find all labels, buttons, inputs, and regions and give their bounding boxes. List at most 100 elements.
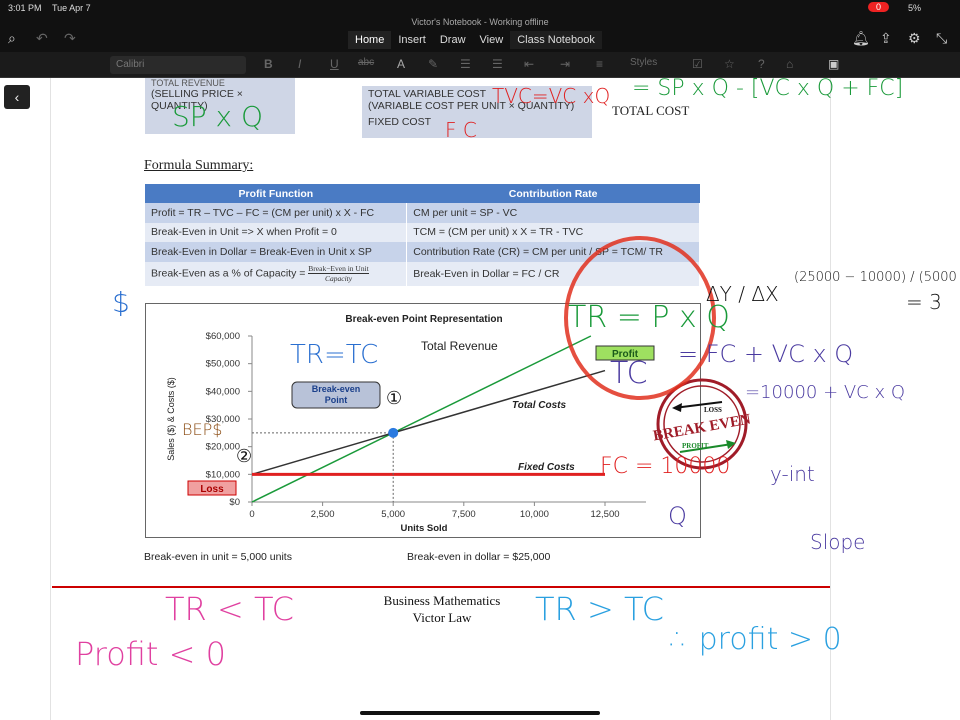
break-even-point: [388, 427, 399, 438]
ink-slope-calc: (25000 − 10000) / (5000 − 0): [794, 270, 960, 285]
star-icon[interactable]: ☆: [724, 57, 735, 71]
status-date: Tue Apr 7: [52, 3, 91, 13]
note-icon[interactable]: ▣: [828, 57, 839, 71]
header-profit-function: Profit Function: [145, 184, 407, 203]
fraction-denominator: Capacity: [324, 274, 353, 283]
redo-icon[interactable]: ↷: [64, 30, 76, 47]
footer-divider: [52, 586, 830, 588]
underline-icon[interactable]: U: [330, 57, 339, 71]
ink-tvc: TVC=VC xQ: [492, 84, 611, 108]
break-even-dollar: Break-even in dollar = $25,000: [407, 551, 551, 563]
font-color-icon[interactable]: A: [397, 57, 405, 71]
fixed-costs-label: Fixed Costs: [518, 462, 575, 473]
todo-icon[interactable]: ☑: [692, 57, 703, 71]
outdent-icon[interactable]: ⇤: [524, 57, 534, 71]
x-tick-label: 7,500: [452, 509, 476, 520]
ink-tr-less-tc: TR < TC: [165, 590, 294, 628]
total-cost-label: TOTAL COST: [612, 103, 690, 118]
x-tick-label: 5,000: [381, 509, 405, 520]
formatting-ribbon: Calibri B I U abc A ✎ ☰ ☰ ⇤ ⇥ ≡ Styles ☑…: [0, 52, 960, 78]
search-icon[interactable]: ⌕: [8, 30, 16, 47]
styles-button[interactable]: Styles: [630, 57, 657, 68]
table-cell: Break-Even in Dollar = Break-Even in Uni…: [145, 242, 408, 262]
table-cell: Break-Even in Unit => X when Profit = 0: [145, 222, 408, 242]
x-tick-label: 2,500: [311, 509, 335, 520]
ink-tc-equation: = FC + VC x Q: [678, 340, 854, 368]
break-even-callout-label: Point: [325, 395, 348, 405]
undo-icon[interactable]: ↶: [36, 30, 48, 47]
indent-icon[interactable]: ⇥: [560, 57, 570, 71]
ink-profit-negative: Profit < 0: [75, 635, 226, 673]
page-margin-left: [50, 78, 51, 720]
table-cell: CM per unit = SP - VC: [406, 203, 700, 223]
svg-text:LOSS: LOSS: [704, 406, 722, 414]
y-tick-label: $0: [229, 497, 240, 508]
total-revenue-label: Total Revenue: [421, 339, 498, 353]
tab-draw[interactable]: Draw: [433, 31, 473, 49]
tab-class-notebook[interactable]: Class Notebook: [510, 31, 602, 49]
table-cell: Profit = TR – TVC – FC = (CM per unit) x…: [145, 203, 408, 223]
align-icon[interactable]: ≡: [596, 57, 603, 71]
ink-fc-10000: FC = 10000: [600, 454, 731, 479]
x-tick-label: 10,000: [520, 509, 549, 520]
gear-icon[interactable]: ⚙: [908, 30, 921, 47]
bold-icon[interactable]: B: [264, 57, 273, 71]
total-costs-label: Total Costs: [512, 400, 567, 411]
y-tick-label: $20,000: [206, 442, 240, 453]
ink-y-int: y-int: [770, 462, 815, 486]
y-tick-label: $10,000: [206, 469, 240, 480]
y-tick-label: $40,000: [206, 386, 240, 397]
ink-dollar: $: [112, 286, 130, 319]
loss-label: Loss: [200, 484, 224, 495]
ink-dy-dx: ΔY / ΔX: [706, 282, 779, 306]
y-tick-label: $50,000: [206, 359, 240, 370]
ink-fc: F C: [445, 118, 477, 142]
tag-icon[interactable]: ⌂: [786, 57, 793, 71]
ink-tr-greater-tc: TR > TC: [535, 590, 664, 628]
ink-tr-tc: TR=TC: [290, 340, 379, 370]
window-title: Victor's Notebook - Working offline: [411, 17, 549, 27]
numbering-icon[interactable]: ☰: [492, 57, 503, 71]
x-tick-label: 12,500: [590, 509, 619, 520]
tab-home[interactable]: Home: [348, 31, 392, 49]
break-even-callout-label: Break-even: [312, 384, 361, 394]
question-icon[interactable]: ?: [758, 57, 765, 71]
status-time: 3:01 PM: [8, 3, 42, 13]
share-icon[interactable]: ⇪: [880, 30, 892, 47]
highlight-icon[interactable]: ✎: [428, 57, 438, 71]
bell-icon[interactable]: 🔔︎: [852, 30, 870, 47]
break-even-unit: Break-even in unit = 5,000 units: [144, 551, 292, 563]
ink-q: Q: [668, 502, 687, 530]
table-cell: Break-Even as a % of Capacity = Break−Ev…: [145, 261, 408, 286]
ink-profit-formula: = SP x Q - [VC x Q + FC]: [632, 76, 904, 101]
bullets-icon[interactable]: ☰: [460, 57, 471, 71]
ink-profit-positive: ∴ profit > 0: [670, 622, 842, 657]
y-tick-label: $60,000: [206, 331, 240, 342]
top-bar: 3:01 PM Tue Apr 7 0 5% Victor's Notebook…: [0, 0, 960, 52]
fc-label: FIXED COST: [368, 116, 432, 128]
back-button[interactable]: ‹: [4, 85, 30, 109]
ink-marker-1: ①: [386, 388, 403, 409]
formula-summary-title: Formula Summary:: [144, 158, 254, 173]
tab-insert[interactable]: Insert: [391, 31, 433, 49]
italic-icon[interactable]: I: [298, 57, 301, 71]
ink-slope: Slope: [810, 530, 866, 554]
strikethrough-icon[interactable]: abc: [358, 57, 374, 68]
footer-author: Victor Law: [412, 610, 472, 625]
footer-course: Business Mathematics: [383, 593, 501, 608]
collapse-icon[interactable]: ⤡: [936, 30, 947, 47]
x-tick-label: 0: [249, 509, 254, 520]
ribbon-tabs: Home Insert Draw View Class Notebook: [348, 31, 602, 49]
ink-equals-3: = 3: [906, 290, 942, 314]
record-indicator[interactable]: 0: [868, 2, 890, 12]
y-axis-label: Sales ($) & Costs ($): [166, 377, 176, 461]
revenue-label: TOTAL REVENUE: [151, 78, 225, 88]
ink-bep: BEP$: [182, 420, 223, 439]
ink-marker-2: ②: [236, 446, 253, 467]
chart-title: Break-even Point Representation: [345, 314, 502, 325]
ink-sp-q: SP x Q: [172, 100, 264, 133]
ink-tc-equation-2: =10000 + VC x Q: [745, 382, 906, 403]
home-indicator[interactable]: [360, 711, 600, 715]
tab-view[interactable]: View: [473, 31, 511, 49]
font-selector[interactable]: Calibri: [110, 56, 246, 74]
